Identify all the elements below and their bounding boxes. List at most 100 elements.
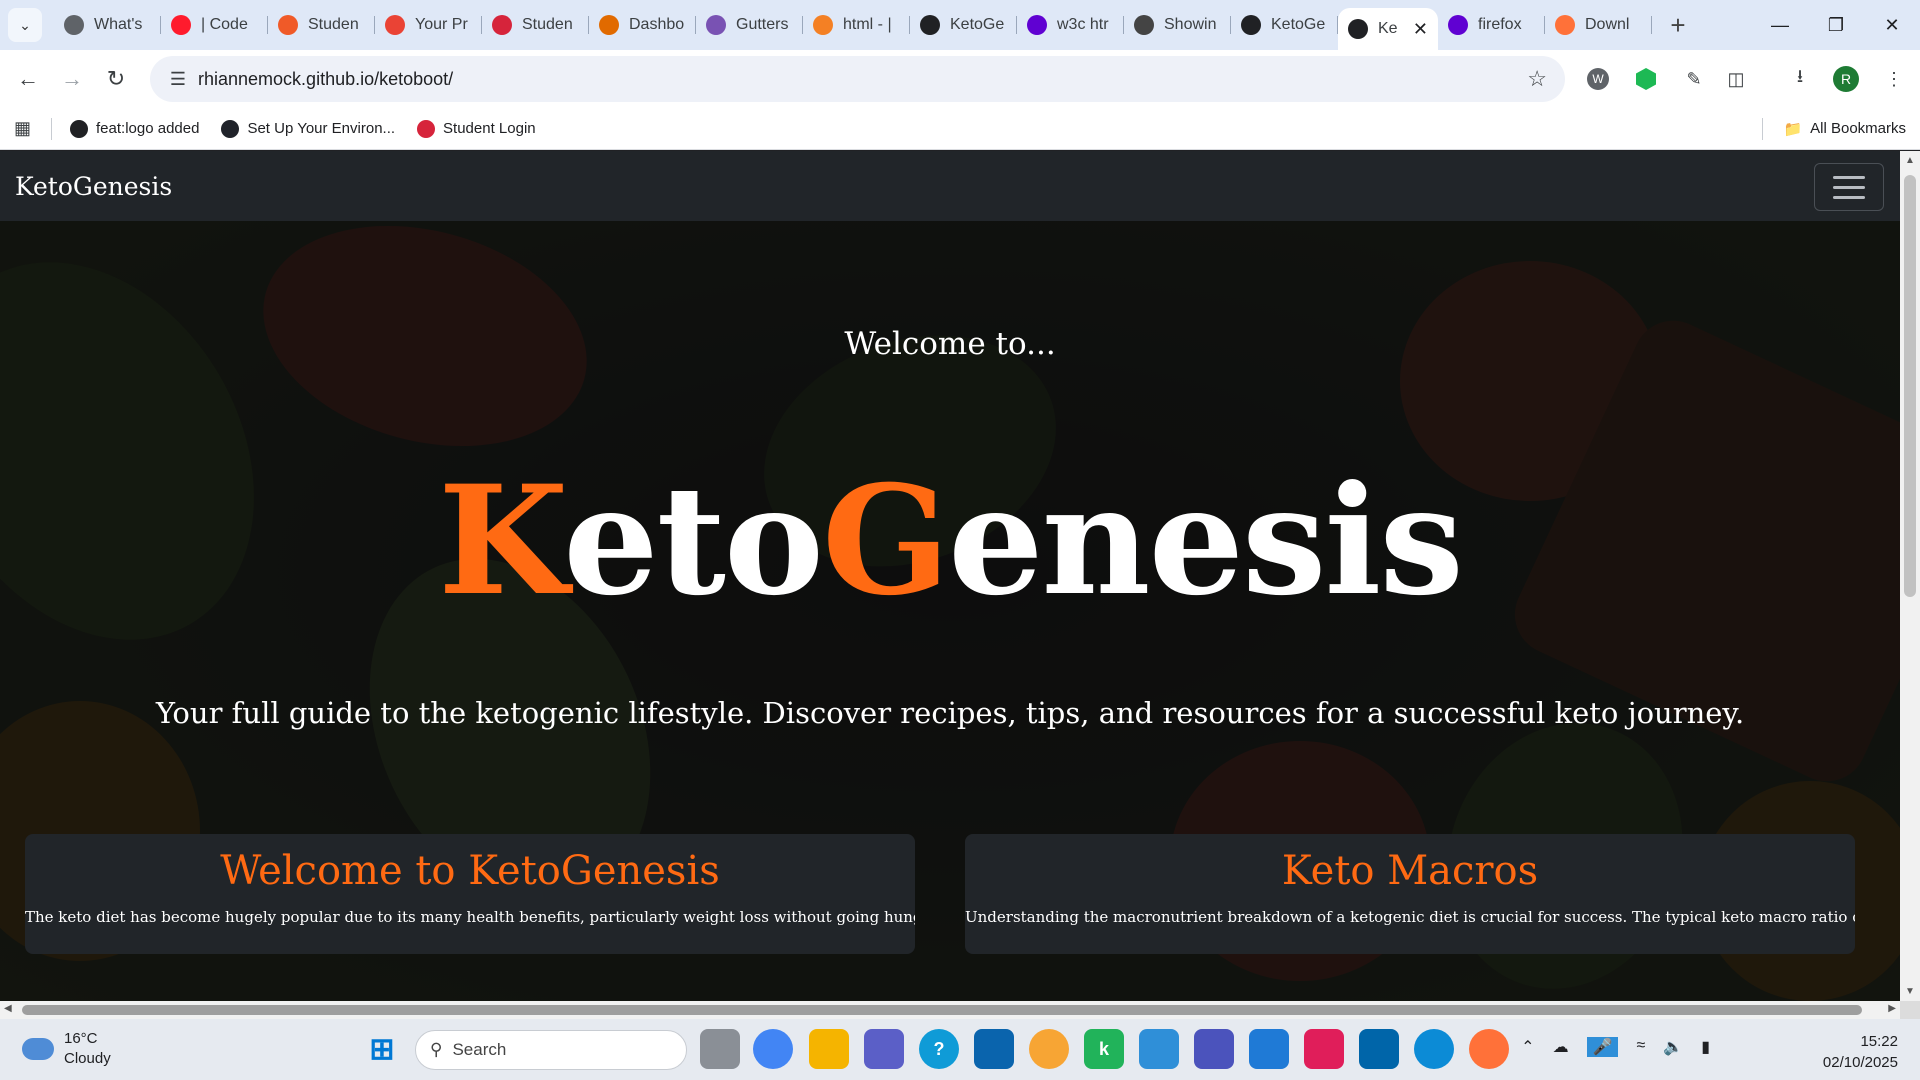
notepad-icon[interactable] [1139,1029,1179,1069]
reload-button[interactable]: ↻ [94,57,138,101]
kg-icon [1241,15,1261,35]
bookmark-star-icon[interactable]: ☆ [1527,66,1547,92]
browser-tab[interactable]: Studen [482,0,589,50]
windows-start-icon[interactable]: ⊞ [362,1029,402,1069]
bookmark-label: Set Up Your Environ... [247,120,396,137]
browser-tab[interactable]: Gutters [696,0,803,50]
teams-work-icon[interactable] [1194,1029,1234,1069]
wifi-icon[interactable]: ≈ [1636,1037,1645,1057]
chrome-taskbar-icon[interactable] [753,1029,793,1069]
shield-extension-icon[interactable] [1628,61,1664,97]
browser-tab[interactable]: Your Pr [375,0,482,50]
hamburger-line [1833,185,1865,189]
minimize-button[interactable]: — [1752,0,1808,50]
onedrive-icon[interactable]: ☁ [1553,1037,1569,1057]
chevron-up-icon[interactable]: ⌃ [1521,1037,1534,1057]
scroll-up-icon[interactable]: ▲ [1900,155,1920,166]
firefox-icon[interactable] [1469,1029,1509,1069]
browser-tab[interactable]: | Code [161,0,268,50]
horizontal-scroll-thumb[interactable] [22,1005,1862,1015]
volume-icon[interactable]: 🔈 [1663,1037,1683,1057]
k-app-icon[interactable]: k [1084,1029,1124,1069]
help-icon[interactable]: ? [919,1029,959,1069]
menu-kebab-icon[interactable]: ⋮ [1876,61,1912,97]
hero-title-g: G [821,453,950,629]
outlook-icon[interactable] [974,1029,1014,1069]
scroll-right-icon[interactable]: ▶ [1888,1003,1896,1014]
browser-tab[interactable]: firefox [1438,0,1545,50]
address-bar[interactable]: ☰ rhiannemock.github.io/ketoboot/ ☆ [150,56,1565,102]
weather-widget[interactable]: 16°C Cloudy [22,1029,111,1068]
navbar-brand[interactable]: KetoGenesis [15,172,172,201]
kg-icon [1348,19,1368,39]
stackoverflow-icon [813,15,833,35]
file-explorer-icon[interactable] [809,1029,849,1069]
browser-tab[interactable]: Downl [1545,0,1652,50]
welcome-card-title: Welcome to KetoGenesis [220,848,720,894]
back-button[interactable]: ← [6,57,50,101]
apps-grid-icon[interactable]: ▦ [14,118,31,139]
bookmark-label: feat:logo added [96,120,200,137]
browser-tab[interactable]: KetoGe [910,0,1017,50]
slack-icon[interactable] [1304,1029,1344,1069]
browser-tab[interactable]: Showin [1124,0,1231,50]
new-tab-button[interactable]: + [1658,10,1698,41]
hero-title-eto: eto [563,453,824,629]
task-view-icon[interactable] [700,1029,740,1069]
download-icon[interactable]: ⭳ [1782,61,1818,97]
weather-temperature: 16°C [64,1030,98,1047]
navbar-toggler-button[interactable] [1814,163,1884,211]
horizontal-scrollbar[interactable]: ◀ ▶ [0,1001,1900,1019]
all-bookmarks-button[interactable]: 📁 All Bookmarks [1762,117,1906,140]
bookmark-label: Student Login [443,120,536,137]
browser-tab[interactable]: Ke ✕ [1338,8,1438,50]
cloud-icon [22,1037,54,1060]
restore-button[interactable]: ❐ [1808,0,1864,50]
tab-label: Gutters [736,16,789,33]
pen-extension-icon[interactable]: ✎ [1676,61,1712,97]
browser-tab[interactable]: What's [54,0,161,50]
browser-toolbar: ← → ↻ ☰ rhiannemock.github.io/ketoboot/ … [0,50,1920,108]
clock[interactable]: 15:22 02/10/2025 [1823,1031,1898,1073]
taskbar-search-label: Search [452,1040,507,1059]
browser-tab[interactable]: html - | [803,0,910,50]
browser-tab[interactable]: Studen [268,0,375,50]
scroll-down-icon[interactable]: ▼ [1900,986,1920,997]
tab-label: Showin [1164,16,1217,33]
gmail-icon [385,15,405,35]
scroll-left-icon[interactable]: ◀ [4,1003,12,1014]
tab-label: What's [94,16,143,33]
hamburger-line [1833,195,1865,199]
bookmark-item[interactable]: feat:logo added [70,119,200,138]
macros-card: Keto Macros Understanding the macronutri… [965,834,1855,954]
close-window-button[interactable]: ✕ [1864,0,1920,50]
microphone-icon[interactable]: 🎤 [1586,1037,1619,1057]
teams-icon[interactable] [864,1029,904,1069]
vertical-scroll-thumb[interactable] [1904,175,1916,597]
browser-tab[interactable]: w3c htr [1017,0,1124,50]
vertical-scrollbar[interactable]: ▲ ▼ [1900,151,1920,1001]
tab-search-button[interactable]: ⌄ [8,8,42,42]
bookmark-item[interactable]: Set Up Your Environ... [221,119,396,138]
wordtune-extension-icon[interactable]: W [1580,61,1616,97]
welcome-card-text: The keto diet has become hugely popular … [25,908,915,926]
extensions-puzzle-icon[interactable]: ◫ [1718,61,1754,97]
forward-button[interactable]: → [50,57,94,101]
vscode-icon[interactable] [1359,1029,1399,1069]
school-icon [492,15,512,35]
site-info-icon[interactable]: ☰ [158,69,198,90]
profile-avatar[interactable]: R [1828,61,1864,97]
discord-icon[interactable] [1029,1029,1069,1069]
plus-icon: + [1670,9,1686,40]
yahoo-icon [1448,15,1468,35]
url-text[interactable]: rhiannemock.github.io/ketoboot/ [198,69,453,90]
browser-tab[interactable]: KetoGe [1231,0,1338,50]
photos-icon[interactable] [1249,1029,1289,1069]
bookmark-item[interactable]: Student Login [417,119,536,138]
weather-description: Cloudy [64,1049,111,1067]
browser-tab[interactable]: Dashbo [589,0,696,50]
close-tab-icon[interactable]: ✕ [1413,19,1428,40]
edge-icon[interactable] [1414,1029,1454,1069]
taskbar-search[interactable]: ⚲ Search [415,1030,687,1070]
battery-icon[interactable]: ▮ [1701,1037,1710,1057]
